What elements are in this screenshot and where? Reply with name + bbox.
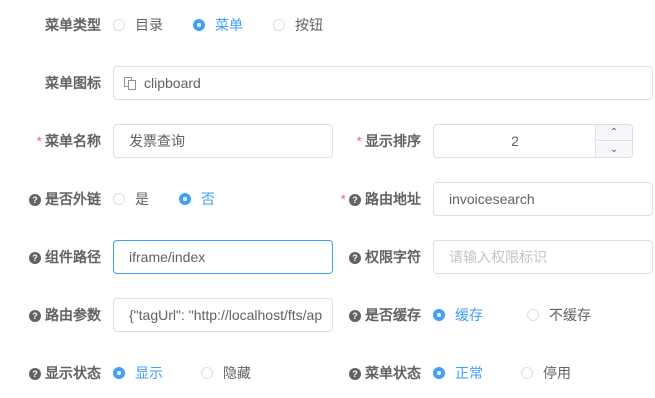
is-cache-label: ? 是否缓存 <box>349 305 421 325</box>
question-icon[interactable]: ? <box>349 368 361 381</box>
visible-radio-group: 显示 隐藏 <box>113 363 277 383</box>
menu-icon-label: 菜单图标 <box>45 75 101 91</box>
menu-status-label: ? 菜单状态 <box>349 363 421 383</box>
is-external-radio-group: 是 否 <box>113 189 241 209</box>
radio-label: 停用 <box>543 365 571 381</box>
radio-dot <box>201 367 213 379</box>
radio-dot <box>113 19 125 31</box>
route-params-input[interactable]: {"tagUrl": "http://localhost/fts/ap <box>113 298 333 332</box>
display-order-label: * 显示排序 <box>357 131 421 151</box>
question-icon[interactable]: ? <box>349 194 361 207</box>
menu-icon-value: clipboard <box>144 75 201 91</box>
is-cache-label-text: 是否缓存 <box>365 307 421 323</box>
menu-name-value: 发票查询 <box>129 133 185 149</box>
component-path-value: iframe/index <box>129 249 206 265</box>
route-path-value: invoicesearch <box>449 191 535 207</box>
radio-label: 菜单 <box>215 17 243 33</box>
radio-show[interactable]: 显示 <box>113 363 163 383</box>
question-icon[interactable]: ? <box>349 310 361 323</box>
required-asterisk: * <box>356 133 362 149</box>
radio-dot <box>527 309 539 321</box>
radio-external-no[interactable]: 否 <box>179 189 215 209</box>
component-path-label: ? 组件路径 <box>29 247 101 267</box>
question-icon[interactable]: ? <box>29 194 41 207</box>
radio-dot <box>273 19 285 31</box>
question-icon[interactable]: ? <box>29 310 41 323</box>
chevron-up-icon: ⌃ <box>609 127 619 138</box>
radio-button[interactable]: 按钮 <box>273 15 323 35</box>
required-asterisk: * <box>340 191 346 207</box>
is-external-label: ? 是否外链 <box>29 189 101 209</box>
radio-dot <box>193 19 205 31</box>
radio-label: 目录 <box>135 17 163 33</box>
route-params-label-text: 路由参数 <box>45 307 101 323</box>
radio-label: 按钮 <box>295 17 323 33</box>
component-path-label-text: 组件路径 <box>45 249 101 265</box>
is-external-label-text: 是否外链 <box>45 191 101 207</box>
radio-external-yes[interactable]: 是 <box>113 189 149 209</box>
display-order-stepper[interactable]: 2 ⌃ ⌄ <box>433 124 633 158</box>
radio-no-cache[interactable]: 不缓存 <box>527 305 591 325</box>
route-path-label: *? 路由地址 <box>341 189 421 209</box>
radio-dot <box>113 193 125 205</box>
question-icon[interactable]: ? <box>349 252 361 265</box>
radio-label: 不缓存 <box>549 307 591 323</box>
menu-name-label: * 菜单名称 <box>37 131 101 151</box>
radio-dot <box>433 367 445 379</box>
is-cache-radio-group: 缓存 不缓存 <box>433 305 617 325</box>
menu-icon-input[interactable]: clipboard <box>113 66 653 100</box>
radio-dot <box>179 193 191 205</box>
display-order-label-text: 显示排序 <box>365 133 421 149</box>
radio-cache[interactable]: 缓存 <box>433 305 483 325</box>
menu-name-input[interactable]: 发票查询 <box>113 124 333 158</box>
route-params-value: {"tagUrl": "http://localhost/fts/ap <box>129 307 323 323</box>
permission-label-text: 权限字符 <box>365 249 421 265</box>
radio-dot <box>521 367 533 379</box>
stepper-decrease-button[interactable]: ⌄ <box>595 142 632 157</box>
clipboard-icon <box>124 76 136 90</box>
radio-label: 是 <box>135 191 149 207</box>
display-order-value: 2 <box>511 133 519 149</box>
route-path-input[interactable]: invoicesearch <box>433 182 653 216</box>
chevron-down-icon: ⌄ <box>609 144 619 155</box>
radio-label: 显示 <box>135 365 163 381</box>
visible-label-text: 显示状态 <box>45 365 101 381</box>
radio-dot <box>113 367 125 379</box>
permission-input[interactable]: 请输入权限标识 <box>433 240 653 274</box>
radio-label: 缓存 <box>455 307 483 323</box>
radio-label: 否 <box>201 191 215 207</box>
stepper-increase-button[interactable]: ⌃ <box>595 125 632 141</box>
required-asterisk: * <box>36 133 42 149</box>
radio-hide[interactable]: 隐藏 <box>201 363 251 383</box>
permission-placeholder: 请输入权限标识 <box>449 249 547 265</box>
menu-status-label-text: 菜单状态 <box>365 365 421 381</box>
component-path-input[interactable]: iframe/index <box>113 240 333 274</box>
permission-label: ? 权限字符 <box>349 247 421 267</box>
radio-dot <box>433 309 445 321</box>
radio-menu[interactable]: 菜单 <box>193 15 243 35</box>
route-params-label: ? 路由参数 <box>29 305 101 325</box>
radio-disabled[interactable]: 停用 <box>521 363 571 383</box>
radio-label: 正常 <box>455 365 483 381</box>
radio-directory[interactable]: 目录 <box>113 15 163 35</box>
visible-label: ? 显示状态 <box>29 363 101 383</box>
menu-type-radio-group: 目录 菜单 按钮 <box>113 15 349 35</box>
question-icon[interactable]: ? <box>29 252 41 265</box>
route-path-label-text: 路由地址 <box>365 191 421 207</box>
question-icon[interactable]: ? <box>29 368 41 381</box>
menu-status-radio-group: 正常 停用 <box>433 363 597 383</box>
radio-label: 隐藏 <box>223 365 251 381</box>
menu-type-row: 菜单类型 目录 菜单 按钮 <box>0 13 655 37</box>
visible-row: ? 显示状态 显示 隐藏 ? 菜单状态 正常 停用 <box>0 361 655 385</box>
radio-normal[interactable]: 正常 <box>433 363 483 383</box>
menu-name-label-text: 菜单名称 <box>45 133 101 149</box>
menu-type-label: 菜单类型 <box>45 17 101 33</box>
